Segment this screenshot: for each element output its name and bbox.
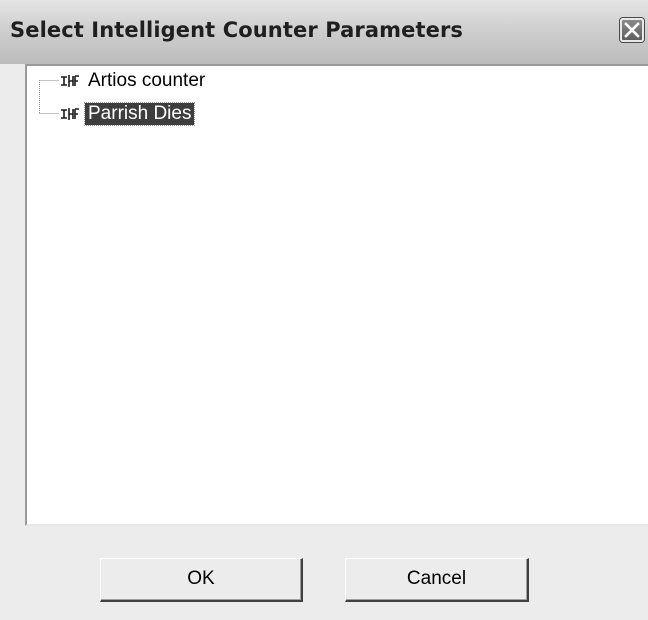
- close-icon: [624, 22, 640, 38]
- parameter-tree[interactable]: Artios counter Parrish Dies: [25, 64, 648, 526]
- cancel-button[interactable]: Cancel: [345, 558, 529, 602]
- window-title: Select Intelligent Counter Parameters: [10, 18, 463, 42]
- ok-button[interactable]: OK: [100, 558, 303, 602]
- tree-item-label: Parrish Dies: [83, 102, 196, 126]
- close-button[interactable]: [620, 18, 644, 42]
- tree-item-label: Artios counter: [88, 70, 206, 91]
- dialog-window: Select Intelligent Counter Parameters Ar…: [0, 0, 648, 620]
- tree-node-icon: [61, 108, 79, 120]
- tree-node-icon: [61, 75, 79, 87]
- title-bar[interactable]: Select Intelligent Counter Parameters: [0, 0, 648, 64]
